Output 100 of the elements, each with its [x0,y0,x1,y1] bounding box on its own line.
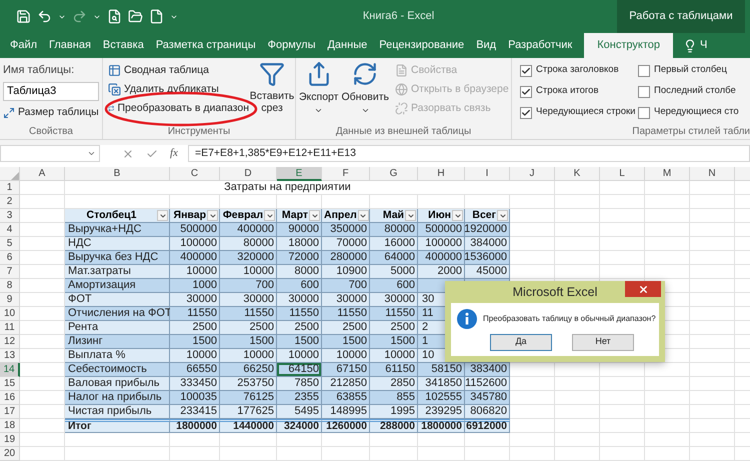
ribbon-tab[interactable]: Вставка [96,33,150,58]
row-header[interactable]: 3 [0,209,20,223]
table-cell: 11550 [370,307,418,321]
table-cell: 72000 [277,251,322,265]
table-cell: 58150 [418,363,465,377]
table-cell: 1500 [277,335,322,349]
row-header[interactable]: 15 [0,377,20,391]
table-cell: 400000 [170,251,220,265]
ribbon-button[interactable]: Сводная таблица [106,61,251,80]
formula-field[interactable]: =E7+E8+1,385*E9+E12+E11+E13 [188,145,750,162]
table-cell: 806820 [465,405,510,419]
dialog-message: Преобразовать таблицу в обычный диапазон? [483,312,656,324]
table-cell: 102555 [418,391,465,405]
row-header[interactable]: 8 [0,279,20,293]
row-header[interactable]: 9 [0,293,20,307]
table-cell: 2850 [370,377,418,391]
row-header[interactable]: 19 [0,433,20,447]
column-header[interactable]: E [277,167,322,181]
row-header[interactable]: 1 [0,181,20,195]
row-header[interactable]: 5 [0,237,20,251]
column-header[interactable]: J [510,167,555,181]
column-header[interactable]: H [418,167,465,181]
table-cell: 2500 [370,321,418,335]
column-header[interactable]: N [690,167,735,181]
row-header[interactable]: 6 [0,251,20,265]
table-cell: 324000 [277,419,322,433]
row-header[interactable]: 7 [0,265,20,279]
export-button[interactable]: Экспорт [298,61,340,124]
merged-title-cell[interactable]: Затраты на предприятии [65,181,510,195]
dialog-button[interactable]: Нет [572,334,634,350]
column-header[interactable]: D [220,167,277,181]
table-cell: 45000 [465,265,510,279]
row-header[interactable]: 18 [0,419,20,433]
row-header[interactable]: 14 [0,363,20,377]
row-header[interactable]: 10 [0,307,20,321]
ribbon-tab[interactable]: Формулы [262,33,322,58]
column-header[interactable]: K [555,167,600,181]
table-cell: 2500 [220,321,277,335]
tell-me-label[interactable]: Ч [700,37,708,54]
table-cell: 212850 [322,377,370,391]
ribbon-tab[interactable]: Конструктор [584,33,673,58]
ribbon-tab[interactable]: Рецензирование [373,33,470,58]
header-label: Июн [427,208,451,223]
option-label: Чередующиеся сто [654,105,739,120]
ribbon-tab[interactable]: Данные [321,33,374,58]
table-name-label: Имя таблицы: [3,63,76,78]
column-header[interactable]: A [20,167,65,181]
table-cell: 1800000 [170,419,220,433]
table-cell: 66550 [170,363,220,377]
column-header[interactable]: M [645,167,690,181]
column-header[interactable]: F [322,167,370,181]
table-cell: Лизинг [65,335,170,349]
row-header[interactable]: 16 [0,391,20,405]
row-header[interactable]: 11 [0,321,20,335]
table-cell: 7850 [277,377,322,391]
insert-function-button[interactable]: fx [170,145,178,162]
row-header[interactable]: 17 [0,405,20,419]
group-label: Инструменты [168,125,230,139]
insert-slicer-button[interactable]: Вставить срез [251,61,293,124]
row-header[interactable]: 4 [0,223,20,237]
dialog-button[interactable]: Да [490,334,552,350]
table-cell: 2500 [277,321,322,335]
table-cell: 400000 [220,223,277,237]
table-cell: 67150 [322,363,370,377]
column-header[interactable]: I [465,167,510,181]
ribbon-tab[interactable]: Файл [4,33,44,58]
table-cell: 1000 [170,279,220,293]
table-cell: 345780 [465,391,510,405]
table-cell: 100035 [170,391,220,405]
ribbon-tab[interactable]: Разработчик [502,33,578,58]
refresh-button[interactable]: Обновить [340,61,390,124]
table-cell: 64000 [370,251,418,265]
table-cell: 350000 [322,223,370,237]
table-cell: 10000 [220,349,277,363]
resize-table-button[interactable]: Размер таблицы [3,104,99,122]
row-header[interactable]: 13 [0,349,20,363]
table-cell: 2500 [322,321,370,335]
table-name-field[interactable]: Таблица3 [3,82,99,100]
table-cell: 10000 [370,349,418,363]
row-header[interactable]: 2 [0,195,20,209]
table-cell: 855 [370,391,418,405]
option-label: Строка заголовков [536,63,619,78]
row-header[interactable]: 20 [0,447,20,461]
table-cell: 500000 [418,223,465,237]
table-cell: 90000 [277,223,322,237]
ribbon-tab[interactable]: Разметка страницы [150,33,262,58]
table-cell: 61150 [370,363,418,377]
column-header[interactable]: B [65,167,170,181]
ribbon-tab[interactable]: Вид [470,33,502,58]
column-header[interactable]: G [370,167,418,181]
table-cell: Рента [65,321,170,335]
ribbon-tab[interactable]: Главная [43,33,97,58]
column-header[interactable]: C [170,167,220,181]
header-label: Всег [471,208,496,223]
table-cell: 288000 [370,419,418,433]
row-header[interactable]: 12 [0,335,20,349]
table-cell: 66250 [220,363,277,377]
column-header[interactable]: L [600,167,645,181]
header-label: Январ [172,208,206,223]
dialog-title: Microsoft Excel [512,284,598,301]
